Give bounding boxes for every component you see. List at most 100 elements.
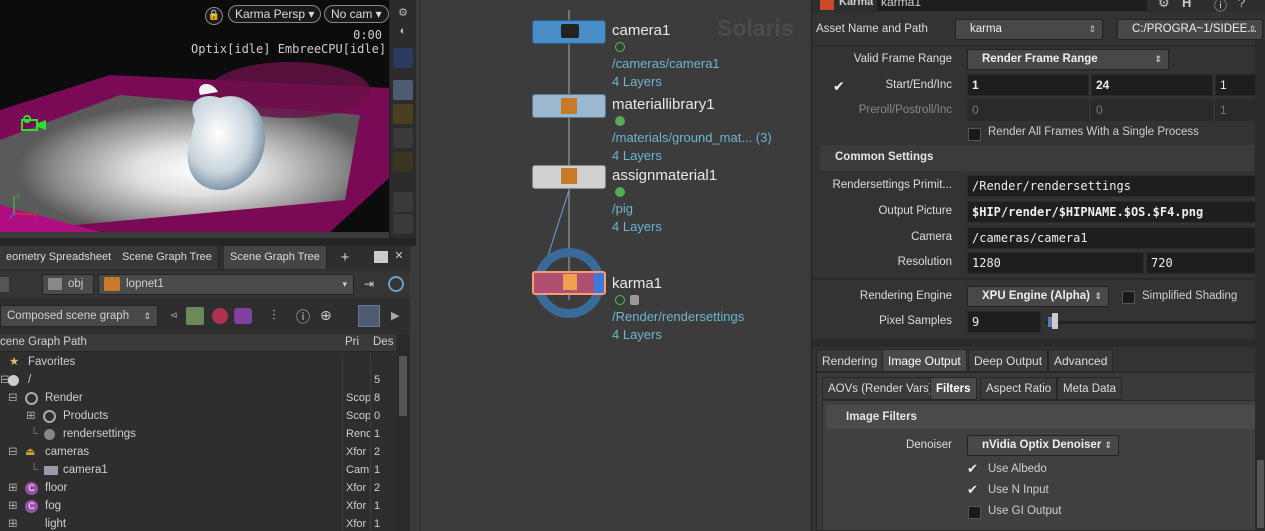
asset-name-select[interactable]: karma ⇕: [955, 19, 1103, 40]
gear-icon[interactable]: ⚙: [1158, 0, 1170, 11]
info-icon[interactable]: ⓘ: [1214, 0, 1227, 14]
end-frame-field[interactable]: 24: [1091, 74, 1213, 96]
column-path[interactable]: cene Graph Path: [0, 336, 87, 348]
denoiser-select[interactable]: nVidia Optix Denoiser ⇕: [967, 435, 1119, 456]
close-pane-icon[interactable]: ✕: [391, 249, 407, 265]
collapse-toggle-icon[interactable]: ⊟: [8, 443, 18, 461]
material-icon[interactable]: [212, 308, 228, 324]
light-link-icon[interactable]: [393, 214, 413, 234]
tab-scene-graph-tree-active[interactable]: Scene Graph Tree: [224, 246, 327, 269]
tab-rendering[interactable]: Rendering: [816, 349, 884, 372]
pin-icon[interactable]: ⇥: [364, 277, 380, 293]
rendersettings-field[interactable]: /Render/rendersettings: [967, 175, 1265, 197]
tab-geometry-spreadsheet[interactable]: eometry Spreadsheet: [0, 246, 119, 269]
tab-aovs[interactable]: AOVs (Render Vars): [822, 377, 939, 400]
view-menu[interactable]: No cam ▾: [324, 5, 389, 23]
pane-menu-icon[interactable]: [374, 251, 388, 263]
tab-scene-graph-tree[interactable]: Scene Graph Tree: [116, 246, 219, 269]
viewport[interactable]: 🔒 Karma Persp ▾ No cam ▾ 0:00 Optix[idle…: [0, 0, 389, 232]
link-icon[interactable]: [388, 276, 404, 292]
node-display-flag[interactable]: [594, 273, 604, 293]
simplified-shading-checkbox[interactable]: [1122, 291, 1135, 304]
camera-view-icon[interactable]: [393, 128, 413, 148]
pane-divider[interactable]: [0, 238, 416, 246]
filter-icon[interactable]: ⊲: [170, 310, 180, 320]
use-albedo-checkbox[interactable]: ✔: [967, 461, 978, 477]
tree-scrollbar[interactable]: [397, 334, 409, 531]
collapse-icon[interactable]: [186, 307, 204, 325]
tree-row[interactable]: └ rendersettings: [0, 425, 342, 443]
use-albedo-label: Use Albedo: [988, 463, 1047, 475]
render-view-icon[interactable]: [393, 80, 413, 100]
display-options-icon[interactable]: [393, 48, 413, 68]
use-gi-output-checkbox[interactable]: [968, 506, 981, 519]
resolution-x-field[interactable]: 1280: [967, 252, 1144, 274]
column-pri[interactable]: Pri: [345, 336, 359, 348]
options-icon[interactable]: ⫶: [272, 307, 288, 325]
tree-row[interactable]: ⊞ Products: [0, 407, 342, 425]
search-icon[interactable]: ⊕: [320, 307, 338, 325]
snap-icon[interactable]: [393, 152, 413, 172]
tab-meta-data[interactable]: Meta Data: [1057, 377, 1123, 400]
expand-toggle-icon[interactable]: ⊞: [8, 479, 18, 497]
help-hash-icon[interactable]: H: [1182, 0, 1191, 10]
tree-row[interactable]: ⊞ Cfog: [0, 497, 342, 515]
tab-image-output[interactable]: Image Output: [882, 349, 967, 372]
info-icon[interactable]: ⓘ: [296, 307, 314, 325]
tab-advanced[interactable]: Advanced: [1048, 349, 1114, 372]
tab-filters[interactable]: Filters: [930, 377, 977, 400]
param-scrollbar[interactable]: [1255, 40, 1265, 531]
select-icon[interactable]: [393, 104, 413, 124]
output-picture-field[interactable]: $HIP/render/$HIPNAME.$OS.$F4.png: [967, 201, 1265, 223]
valid-frame-range-select[interactable]: Render Frame Range ⇕: [967, 49, 1169, 70]
tree-row[interactable]: ⊞ light: [0, 515, 342, 531]
help-icon[interactable]: ?: [1238, 0, 1245, 10]
expand-right-icon[interactable]: ▶: [391, 309, 399, 322]
pixel-samples-slider-handle[interactable]: [1052, 313, 1058, 329]
expand-toggle-icon[interactable]: ⊞: [26, 407, 36, 425]
scene-graph-mode-select[interactable]: Composed scene graph ⇕: [0, 305, 158, 327]
axis-gizmo-icon: x y: [8, 191, 38, 220]
tree-row[interactable]: ⊟ Render: [0, 389, 342, 407]
time-readout: 0:00: [353, 28, 382, 42]
tree-row[interactable]: └ camera1: [0, 461, 342, 479]
mask-icon[interactable]: [234, 308, 252, 324]
lopnet-icon: [104, 277, 120, 291]
asset-path-select[interactable]: C:/PROGRA~1/SIDEE... ⇕: [1117, 19, 1263, 40]
tree-row[interactable]: ⊞ Cfloor: [0, 479, 342, 497]
scrollbar-thumb[interactable]: [1257, 460, 1264, 528]
xform-icon: ⏏: [25, 446, 36, 458]
collapse-toggle-icon[interactable]: ⊟: [8, 389, 18, 407]
postroll-field[interactable]: 0: [1091, 99, 1213, 121]
expand-toggle-icon[interactable]: ⊞: [8, 515, 18, 531]
pick-icon[interactable]: [358, 305, 380, 327]
node-type-label: Karma: [839, 0, 874, 8]
back-icon[interactable]: [0, 277, 9, 292]
use-n-input-checkbox[interactable]: ✔: [967, 482, 978, 498]
node-name-field[interactable]: karma1: [877, 0, 1147, 11]
resolution-y-field[interactable]: 720: [1146, 252, 1265, 274]
expand-toggle-icon[interactable]: ⊞: [8, 497, 18, 515]
pixel-samples-slider-track[interactable]: [1045, 321, 1265, 324]
add-tab-icon[interactable]: +: [334, 246, 356, 269]
visibility-icon[interactable]: ◐: [393, 25, 413, 45]
render-all-frames-checkbox[interactable]: [968, 128, 981, 141]
start-frame-field[interactable]: 1: [967, 74, 1089, 96]
path-lopnet[interactable]: lopnet1 ▾: [98, 274, 354, 295]
network-editor[interactable]: Solaris camera1 /cameras/camera1 4 Layer…: [420, 0, 808, 531]
scrollbar-thumb[interactable]: [399, 356, 407, 416]
column-des[interactable]: Des: [373, 336, 393, 348]
gear-icon[interactable]: ⚙: [393, 6, 413, 26]
tab-deep-output[interactable]: Deep Output: [968, 349, 1049, 372]
tree-row[interactable]: ★ Favorites: [0, 353, 342, 371]
pixel-samples-field[interactable]: 9: [967, 311, 1041, 333]
tree-row[interactable]: ⊟ ⏏ cameras: [0, 443, 342, 461]
preroll-field[interactable]: 0: [967, 99, 1089, 121]
tree-row[interactable]: ⊟ /: [0, 371, 342, 389]
lights-icon[interactable]: [393, 192, 413, 212]
camera-menu[interactable]: Karma Persp ▾: [228, 5, 322, 23]
camera-field[interactable]: /cameras/camera1: [967, 227, 1265, 249]
lock-icon[interactable]: 🔒: [205, 7, 223, 25]
tab-aspect-ratio[interactable]: Aspect Ratio: [980, 377, 1058, 400]
rendering-engine-select[interactable]: XPU Engine (Alpha) ⇕: [967, 286, 1109, 307]
